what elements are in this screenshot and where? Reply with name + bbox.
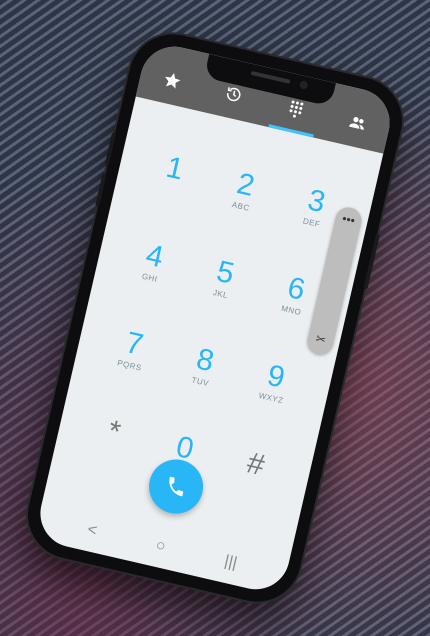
key-digit: 6 <box>284 271 309 307</box>
key-hash[interactable]: # <box>211 428 298 514</box>
phone-screen: 1 2 ABC 3 DEF 4 GHI 5 JKL 6 MNO 7 PQRS 8 TUV 9W… <box>33 39 397 597</box>
key-digit: * <box>104 414 124 450</box>
star-icon <box>164 72 181 89</box>
key-letters <box>108 449 110 459</box>
key-digit: 1 <box>163 150 187 187</box>
key-letters: JKL <box>212 288 229 301</box>
key-letters <box>169 186 171 196</box>
system-navigation-bar: < ○ ||| <box>34 498 291 596</box>
key-digit: 7 <box>122 326 147 362</box>
key-9[interactable]: 9 WXYZ <box>231 340 318 426</box>
people-icon <box>349 117 364 130</box>
key-digit: 2 <box>233 167 258 203</box>
key-digit: 4 <box>142 238 167 275</box>
key-letters <box>250 481 252 491</box>
scissors-icon[interactable]: ✂ <box>307 330 335 349</box>
speaker-grille <box>250 70 291 84</box>
phone-device: 1 2 ABC 3 DEF 4 GHI 5 JKL 6 MNO 7 PQRS 8 TUV 9W… <box>19 25 411 611</box>
dialpad-icon <box>289 100 304 118</box>
key-digit: 9 <box>264 358 288 395</box>
home-button[interactable]: ○ <box>154 537 167 557</box>
history-icon <box>227 87 241 102</box>
front-camera <box>298 80 309 90</box>
key-digit: # <box>243 446 268 483</box>
key-letters: GHI <box>141 271 159 284</box>
background-scene: 1 2 ABC 3 DEF 4 GHI 5 JKL 6 MNO 7 PQRS 8 TUV 9W… <box>0 0 430 636</box>
phone-icon <box>169 476 184 497</box>
key-digit: 5 <box>213 254 238 291</box>
recent-apps-button[interactable]: ||| <box>223 553 239 573</box>
more-horizontal-icon[interactable]: ••• <box>335 211 363 229</box>
key-digit: 8 <box>193 342 218 379</box>
back-button[interactable]: < <box>85 521 99 541</box>
key-digit: 3 <box>304 183 329 220</box>
